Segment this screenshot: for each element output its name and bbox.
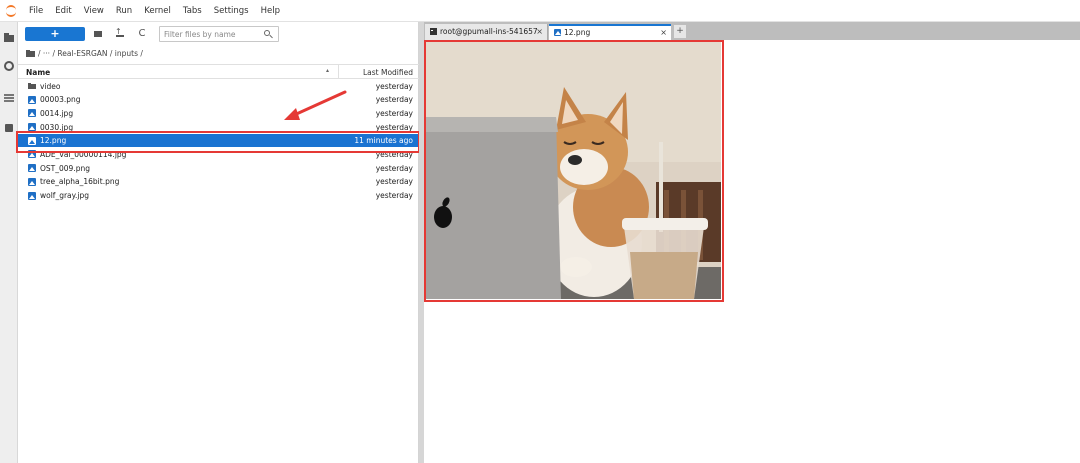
file-modified: yesterday [375, 177, 413, 187]
breadcrumb: / ··· / Real-ESRGAN / inputs / [26, 47, 143, 59]
image-file-icon [28, 164, 36, 173]
file-name: video [40, 81, 61, 91]
column-modified-header[interactable]: Last Modified [363, 68, 413, 77]
tab-terminal[interactable]: root@gpumall-ins-541657 × [425, 24, 548, 40]
add-tab-button[interactable]: + [674, 25, 686, 38]
sort-ascending-icon[interactable]: ▴ [326, 67, 329, 74]
menu-items: File Edit View Run Kernel Tabs Settings … [23, 0, 286, 22]
new-launcher-button[interactable]: + [25, 27, 85, 41]
annotation-arrow-icon [284, 90, 347, 120]
tab-image-12png[interactable]: 12.png × [549, 24, 671, 40]
menu-bar: File Edit View Run Kernel Tabs Settings … [0, 0, 1080, 22]
file-name: 00003.png [40, 95, 81, 105]
file-modified: yesterday [375, 108, 413, 118]
annotation-image-frame [424, 40, 724, 302]
file-modified: yesterday [375, 81, 413, 91]
menu-tabs[interactable]: Tabs [177, 0, 208, 22]
shiba-dog-photo [426, 42, 721, 299]
home-folder-icon[interactable] [26, 49, 35, 57]
image-file-icon [28, 123, 36, 132]
image-file-icon [28, 191, 36, 200]
main-tab-bar: root@gpumall-ins-541657 × 12.png × + [424, 22, 1080, 40]
upload-icon[interactable]: ↑ [114, 28, 126, 40]
file-name: OST_009.png [40, 163, 90, 173]
annotation-highlight-box [16, 131, 420, 153]
file-modified: yesterday [375, 191, 413, 200]
search-icon [264, 30, 273, 39]
image-file-icon [554, 29, 561, 36]
file-browser-folder-icon[interactable] [3, 31, 15, 43]
file-name: wolf_gray.jpg [40, 191, 89, 200]
file-modified: yesterday [375, 95, 413, 105]
menu-edit[interactable]: Edit [49, 0, 77, 22]
close-icon[interactable]: × [536, 24, 543, 40]
filter-files-input[interactable] [164, 28, 260, 40]
file-name: tree_alpha_16bit.png [40, 177, 120, 187]
image-file-icon [28, 177, 36, 186]
menu-kernel[interactable]: Kernel [138, 0, 177, 22]
file-row[interactable]: wolf_gray.jpg yesterday [18, 189, 419, 203]
activity-bar [0, 22, 18, 463]
file-name: 0014.jpg [40, 108, 74, 118]
filter-files-field[interactable] [159, 26, 279, 42]
terminal-icon [430, 28, 437, 35]
menu-view[interactable]: View [78, 0, 110, 22]
folder-icon [28, 82, 36, 90]
image-file-icon [28, 109, 36, 118]
table-of-contents-icon[interactable] [3, 92, 15, 104]
image-file-icon [28, 95, 36, 104]
menu-settings[interactable]: Settings [208, 0, 255, 22]
column-name-header[interactable]: Name [26, 68, 50, 77]
jupyter-logo-icon [3, 3, 19, 19]
image-viewer [424, 40, 1080, 463]
breadcrumb-path[interactable]: / ··· / Real-ESRGAN / inputs / [38, 49, 143, 58]
file-browser-toolbar: + ↑ C [18, 22, 419, 46]
tab-label: root@gpumall-ins-541657 [440, 27, 538, 36]
menu-file[interactable]: File [23, 0, 49, 22]
tab-label: 12.png [564, 28, 591, 37]
file-row[interactable]: OST_009.png yesterday [18, 161, 419, 175]
extension-manager-icon[interactable] [3, 122, 15, 134]
refresh-icon[interactable]: C [136, 28, 148, 40]
column-divider[interactable] [338, 65, 339, 79]
menu-run[interactable]: Run [110, 0, 138, 22]
running-kernels-icon[interactable] [3, 60, 15, 72]
file-modified: yesterday [375, 163, 413, 173]
new-folder-icon[interactable] [92, 28, 104, 40]
close-icon[interactable]: × [660, 26, 667, 39]
file-list-header: Name ▴ Last Modified [18, 64, 419, 79]
file-row[interactable]: tree_alpha_16bit.png yesterday [18, 175, 419, 189]
menu-help[interactable]: Help [255, 0, 286, 22]
